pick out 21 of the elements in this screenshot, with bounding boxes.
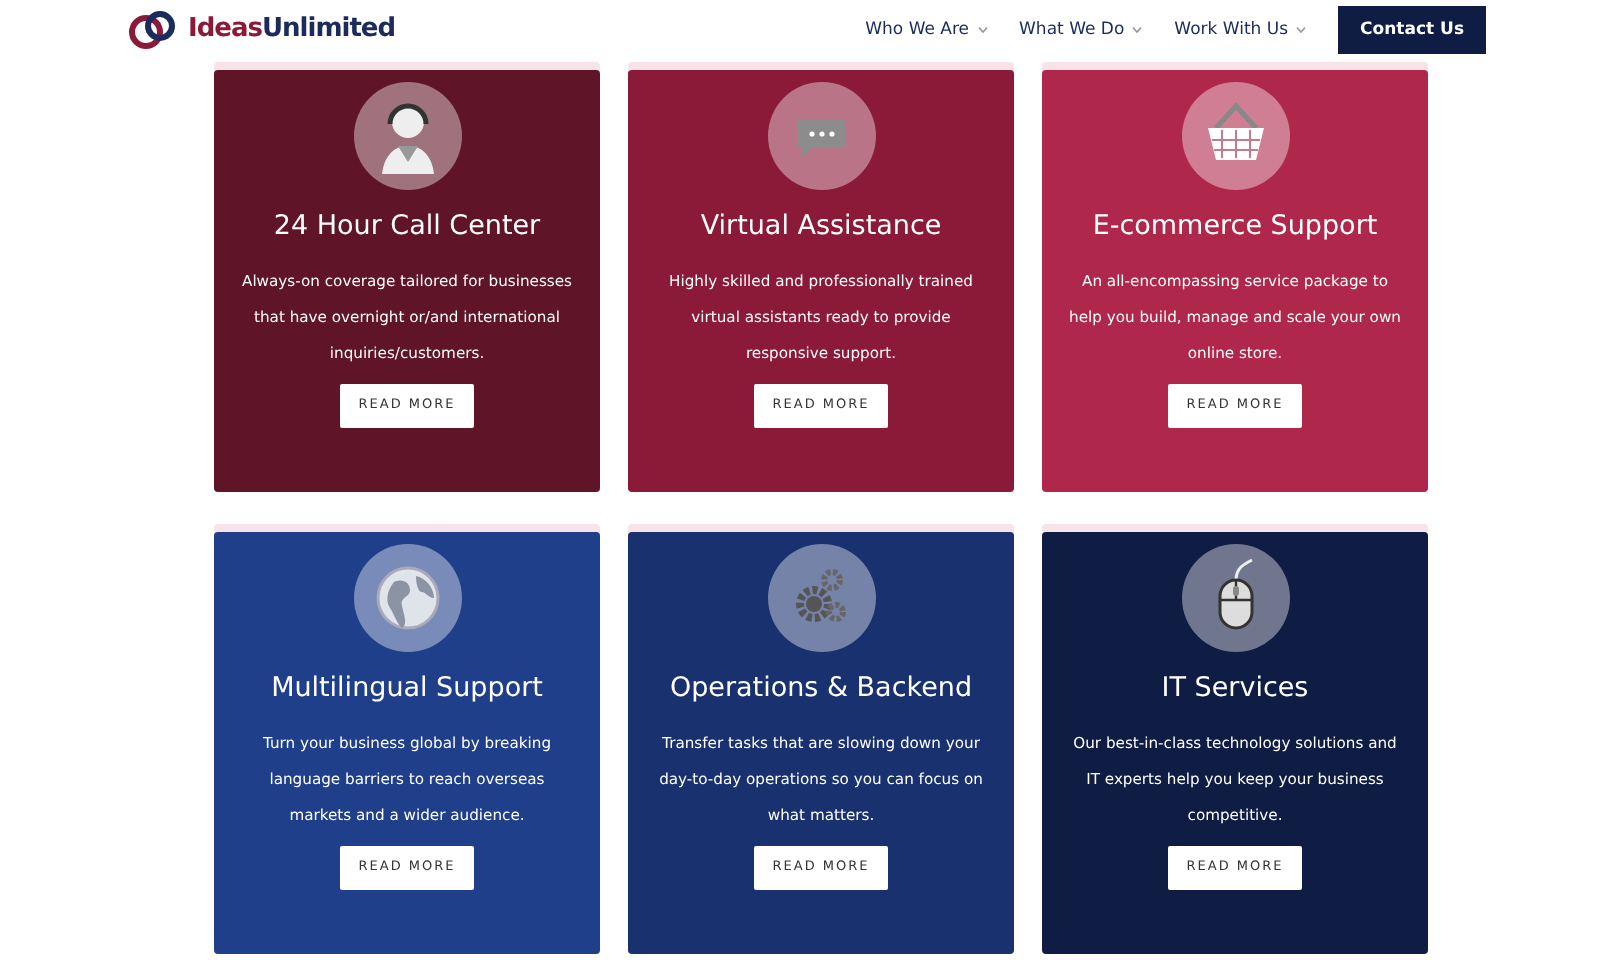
- person-headset-icon: [353, 82, 461, 190]
- caret-icon[interactable]: [977, 26, 988, 34]
- service-title: Operations & Backend: [669, 670, 973, 708]
- nav-link[interactable]: What We Do: [1019, 17, 1125, 43]
- contact-button[interactable]: Contact Us: [1338, 5, 1486, 55]
- nav-link[interactable]: Work With Us: [1174, 17, 1289, 43]
- gears-icon: [767, 544, 875, 652]
- service-title: Multilingual Support: [271, 670, 543, 708]
- service-title: 24 Hour Call Center: [273, 208, 541, 246]
- basket-icon: [1181, 82, 1289, 190]
- caret-icon[interactable]: [1132, 26, 1143, 34]
- service-title: Virtual Assistance: [700, 208, 942, 246]
- globe-icon: [353, 544, 461, 652]
- computer-mouse-icon: [1181, 544, 1289, 652]
- caret-icon[interactable]: [1296, 26, 1307, 34]
- logo-rings-icon: [128, 10, 180, 50]
- nav-link[interactable]: Who We Are: [865, 17, 970, 43]
- service-title: IT Services: [1161, 670, 1309, 708]
- chat-bubble-icon: [767, 82, 875, 190]
- logo[interactable]: IdeasUnlimited: [188, 10, 396, 50]
- service-title: E-commerce Support: [1092, 208, 1378, 246]
